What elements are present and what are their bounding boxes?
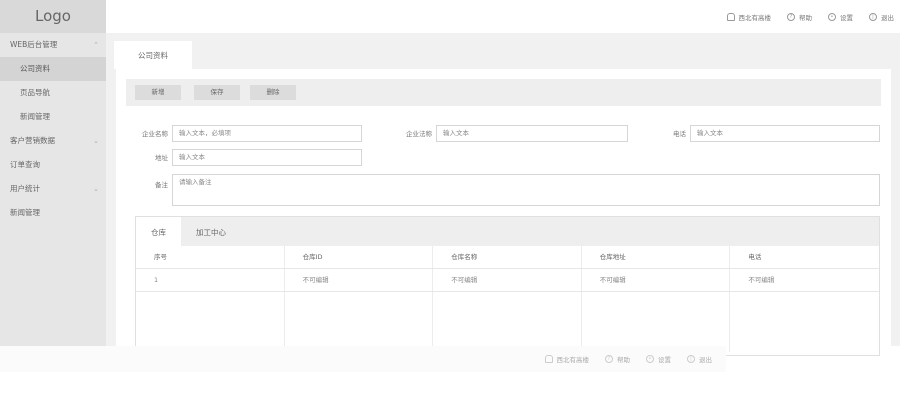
logout-label: 退出	[881, 13, 894, 22]
column-header: 电话	[748, 253, 762, 261]
column-header: 仓库名称	[433, 246, 582, 268]
sidebar-item-company-info[interactable]: 公司资料	[0, 57, 106, 81]
sidebar-item-web-admin[interactable]: WEB后台管理 ⌃	[0, 33, 106, 57]
user-name: 西北有高楼	[738, 13, 772, 22]
table-header: 序号 仓库ID 仓库名称 仓库地址 电话	[136, 246, 879, 269]
table-cell	[433, 292, 582, 352]
user-menu[interactable]: 西北有高楼	[726, 12, 772, 22]
column-header: 序号	[136, 246, 285, 268]
topbar: 西北有高楼 ? 帮助 • 设置 | 退出	[106, 0, 900, 33]
address-field[interactable]: 输入文本	[172, 149, 362, 166]
main-content: 公司资料 新增 保存 删除 企业名称 输入文本，必填项 企业法称 输入文本 电话…	[106, 33, 900, 409]
contact-field[interactable]: 输入文本	[436, 125, 628, 142]
tab-processing-center[interactable]: 加工中心	[181, 217, 241, 246]
sidebar-item-marketing[interactable]: 客户营销数据 ⌄	[0, 129, 106, 153]
power-icon: |	[869, 12, 877, 21]
sidebar: Logo WEB后台管理 ⌃ 公司资料 页品导航 新闻管理 客户营销数据 ⌄ 订…	[0, 0, 106, 346]
table-cell	[136, 292, 285, 352]
delete-button[interactable]: 删除	[250, 85, 296, 100]
add-button[interactable]: 新增	[135, 85, 181, 100]
gear-icon: •	[646, 355, 654, 363]
warehouse-table: 仓库 加工中心 序号 仓库ID 仓库名称 仓库地址 电话 1 不可编辑 不可编辑…	[135, 216, 880, 356]
table-row[interactable]: 1 不可编辑 不可编辑 不可编辑 不可编辑	[136, 269, 879, 292]
tab-company-info[interactable]: 公司资料	[114, 41, 192, 69]
sidebar-item-label: 新闻管理	[10, 208, 40, 217]
contact-label: 企业法称	[406, 130, 432, 138]
table-cell: 不可编辑	[582, 269, 731, 291]
help-icon: ?	[787, 12, 795, 21]
table-cell: 不可编辑	[748, 276, 775, 284]
table-tabs: 仓库 加工中心	[136, 217, 879, 246]
help-icon: ?	[605, 355, 613, 363]
column-header: 仓库ID	[285, 246, 434, 268]
save-button[interactable]: 保存	[194, 85, 240, 100]
sidebar-item-product-nav[interactable]: 页品导航	[0, 81, 106, 105]
toolbar: 新增 保存 删除	[126, 79, 881, 106]
chevron-down-icon: ⌄	[93, 185, 99, 193]
help-button[interactable]: ? 帮助	[787, 12, 812, 22]
sidebar-item-user-stats[interactable]: 用户统计 ⌄	[0, 177, 106, 201]
sidebar-item-news[interactable]: 新闻管理	[0, 105, 106, 129]
remark-label: 备注	[155, 181, 168, 189]
page-tabs: 公司资料	[114, 41, 192, 69]
floating-toolbar: 西北有高楼 ? 帮助 • 设置 | 退出	[0, 346, 726, 372]
logo: Logo	[0, 0, 106, 33]
settings-label: 设置	[658, 356, 671, 364]
phone-field[interactable]: 输入文本	[690, 125, 880, 142]
sidebar-item-label: WEB后台管理	[10, 40, 58, 49]
help-label: 帮助	[617, 356, 630, 364]
remark-textarea[interactable]: 请输入备注	[172, 174, 880, 206]
sidebar-item-orders[interactable]: 订单查询	[0, 153, 106, 177]
float-logout-button[interactable]: | 退出	[687, 354, 712, 364]
table-cell	[730, 292, 879, 352]
chevron-up-icon: ⌃	[93, 41, 99, 49]
sidebar-item-label: 订单查询	[10, 160, 40, 169]
column-header: 仓库地址	[582, 246, 731, 268]
table-cell	[582, 292, 731, 352]
power-icon: |	[687, 355, 695, 363]
user-icon	[544, 355, 553, 363]
float-help-button[interactable]: ? 帮助	[605, 354, 630, 364]
settings-button[interactable]: • 设置	[828, 12, 853, 22]
tab-warehouse[interactable]: 仓库	[136, 217, 181, 246]
table-empty-area	[136, 292, 879, 352]
sidebar-item-label: 客户营销数据	[10, 136, 55, 145]
float-user-menu[interactable]: 西北有高楼	[544, 354, 590, 364]
chevron-down-icon: ⌄	[93, 137, 99, 145]
company-name-field[interactable]: 输入文本，必填项	[172, 125, 362, 142]
sidebar-item-news-2[interactable]: 新闻管理	[0, 201, 106, 225]
table-cell: 不可编辑	[433, 269, 582, 291]
table-cell: 不可编辑	[285, 269, 434, 291]
float-settings-button[interactable]: • 设置	[646, 354, 671, 364]
sidebar-item-label: 页品导航	[20, 88, 50, 97]
user-name: 西北有高楼	[556, 356, 590, 364]
address-label: 地址	[155, 154, 168, 162]
company-name-label: 企业名称	[142, 130, 168, 138]
sidebar-item-label: 公司资料	[20, 64, 50, 73]
gear-icon: •	[828, 12, 836, 21]
table-cell: 1	[136, 269, 285, 291]
help-label: 帮助	[799, 13, 812, 22]
sidebar-item-label: 用户统计	[10, 184, 40, 193]
sidebar-item-label: 新闻管理	[20, 112, 50, 121]
table-cell	[285, 292, 434, 352]
user-icon	[726, 12, 735, 21]
logout-button[interactable]: | 退出	[869, 12, 894, 22]
phone-label: 电话	[673, 130, 686, 138]
settings-label: 设置	[840, 13, 853, 22]
logout-label: 退出	[699, 356, 712, 364]
